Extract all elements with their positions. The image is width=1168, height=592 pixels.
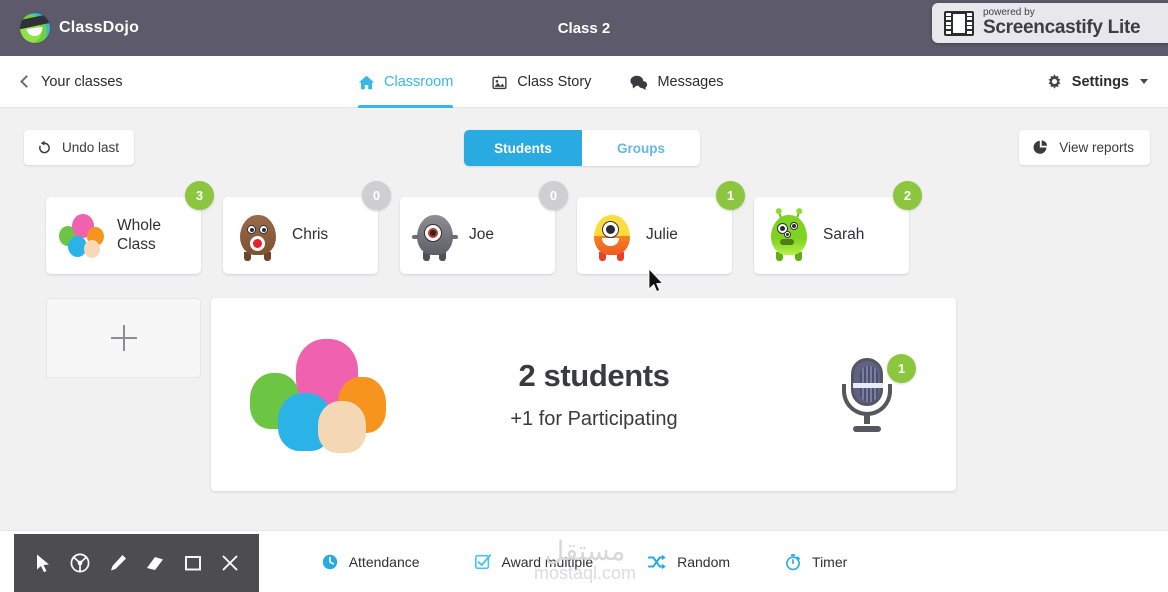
student-card-chris[interactable]: Chris 0 — [223, 181, 391, 274]
cursor-icon — [36, 554, 49, 573]
gear-icon — [1048, 74, 1061, 89]
home-icon — [358, 75, 375, 89]
student-card-whole-class[interactable]: Whole Class 3 — [46, 181, 214, 274]
avatar — [412, 211, 458, 261]
award-reason: +1 for Participating — [510, 408, 678, 430]
points-badge[interactable]: 3 — [185, 181, 214, 210]
student-name: Sarah — [823, 226, 865, 244]
photo-icon — [492, 74, 507, 89]
students-groups-toggle: Students Groups — [464, 130, 700, 166]
pen-tool[interactable] — [105, 550, 131, 576]
main-navigation: Your classes Classroom Class Story Messa… — [0, 56, 1168, 108]
title-bar: ClassDojo Class 2 powered by Screencasti… — [0, 0, 1168, 56]
tab-messages[interactable]: Messages — [629, 56, 724, 108]
random-label: Random — [677, 553, 731, 570]
students-group-illustration — [246, 335, 396, 455]
eraser-icon — [147, 557, 164, 570]
student-card-julie[interactable]: Julie 1 — [577, 181, 745, 274]
shuffle-icon — [648, 554, 666, 569]
avatar — [766, 210, 812, 261]
attendance-button[interactable]: Attendance — [321, 553, 420, 571]
undo-last-label: Undo last — [62, 140, 120, 155]
rectangle-icon — [184, 556, 201, 571]
undo-icon — [39, 140, 50, 154]
student-name: Whole Class — [117, 216, 161, 253]
attendance-label: Attendance — [348, 553, 420, 570]
view-reports-button[interactable]: View reports — [1019, 130, 1150, 165]
nav-tabs: Classroom Class Story Messages — [358, 56, 724, 108]
skill-points-badge: 1 — [887, 353, 916, 383]
mouse-cursor — [648, 268, 664, 293]
points-badge[interactable]: 1 — [716, 181, 745, 210]
timer-label: Timer — [812, 553, 848, 570]
toggle-students[interactable]: Students — [464, 130, 582, 166]
award-student-count: 2 students — [518, 358, 670, 393]
undo-last-button[interactable]: Undo last — [24, 130, 135, 165]
points-badge[interactable]: 0 — [362, 181, 391, 210]
chevron-left-icon — [20, 75, 33, 88]
pie-chart-icon — [1033, 140, 1048, 154]
award-multiple-button[interactable]: Award multiple — [474, 553, 594, 571]
eraser-tool[interactable] — [142, 550, 168, 576]
rectangle-tool[interactable] — [180, 550, 206, 576]
close-annotation-tool[interactable] — [217, 550, 243, 576]
award-panel: 2 students +1 for Participating 1 — [211, 298, 956, 491]
points-badge[interactable]: 0 — [539, 181, 568, 210]
student-card-joe[interactable]: Joe 0 — [400, 181, 568, 274]
view-reports-label: View reports — [1059, 140, 1134, 155]
back-to-classes-label: Your classes — [41, 73, 123, 90]
annotation-toolbar — [14, 534, 259, 592]
chat-icon — [630, 75, 648, 90]
plus-icon — [110, 325, 137, 351]
whole-class-avatar — [58, 212, 106, 260]
avatar — [589, 211, 635, 261]
microphone-icon — [840, 357, 894, 432]
settings-label: Settings — [1071, 73, 1129, 90]
student-name: Julie — [646, 226, 678, 244]
screencastify-label: Screencastify Lite — [983, 17, 1141, 39]
back-to-classes-link[interactable]: Your classes — [20, 73, 123, 90]
spotlight-tool[interactable] — [67, 550, 93, 576]
tab-class-story-label: Class Story — [517, 74, 592, 90]
award-multiple-label: Award multiple — [501, 553, 594, 570]
screencastify-watermark: powered by Screencastify Lite — [932, 3, 1168, 43]
student-card-list: Whole Class 3 Chris 0 Joe 0 Julie 1 Sara… — [46, 181, 922, 274]
points-badge[interactable]: 2 — [893, 181, 922, 210]
spotlight-icon — [70, 553, 90, 573]
student-name: Chris — [292, 226, 329, 244]
random-button[interactable]: Random — [647, 553, 730, 571]
tab-messages-label: Messages — [657, 74, 724, 90]
tab-classroom-label: Classroom — [384, 74, 454, 90]
pen-icon — [110, 555, 126, 571]
app-window: ClassDojo Class 2 powered by Screencasti… — [0, 0, 1168, 592]
tab-classroom[interactable]: Classroom — [358, 56, 454, 108]
settings-menu[interactable]: Settings — [1046, 73, 1148, 90]
clock-icon — [322, 554, 337, 569]
checkbox-icon — [474, 553, 491, 569]
avatar — [235, 211, 281, 261]
student-name: Joe — [469, 226, 494, 244]
close-icon — [222, 555, 238, 571]
chevron-down-icon — [1140, 79, 1148, 84]
add-student-button[interactable] — [46, 298, 201, 378]
film-strip-icon — [944, 10, 974, 36]
award-skill[interactable]: 1 — [812, 353, 922, 432]
student-card-sarah[interactable]: Sarah 2 — [754, 181, 922, 274]
cursor-tool[interactable] — [30, 550, 56, 576]
stopwatch-icon — [786, 553, 801, 570]
tab-class-story[interactable]: Class Story — [491, 56, 591, 108]
toggle-groups[interactable]: Groups — [582, 130, 700, 166]
timer-button[interactable]: Timer — [784, 553, 847, 571]
